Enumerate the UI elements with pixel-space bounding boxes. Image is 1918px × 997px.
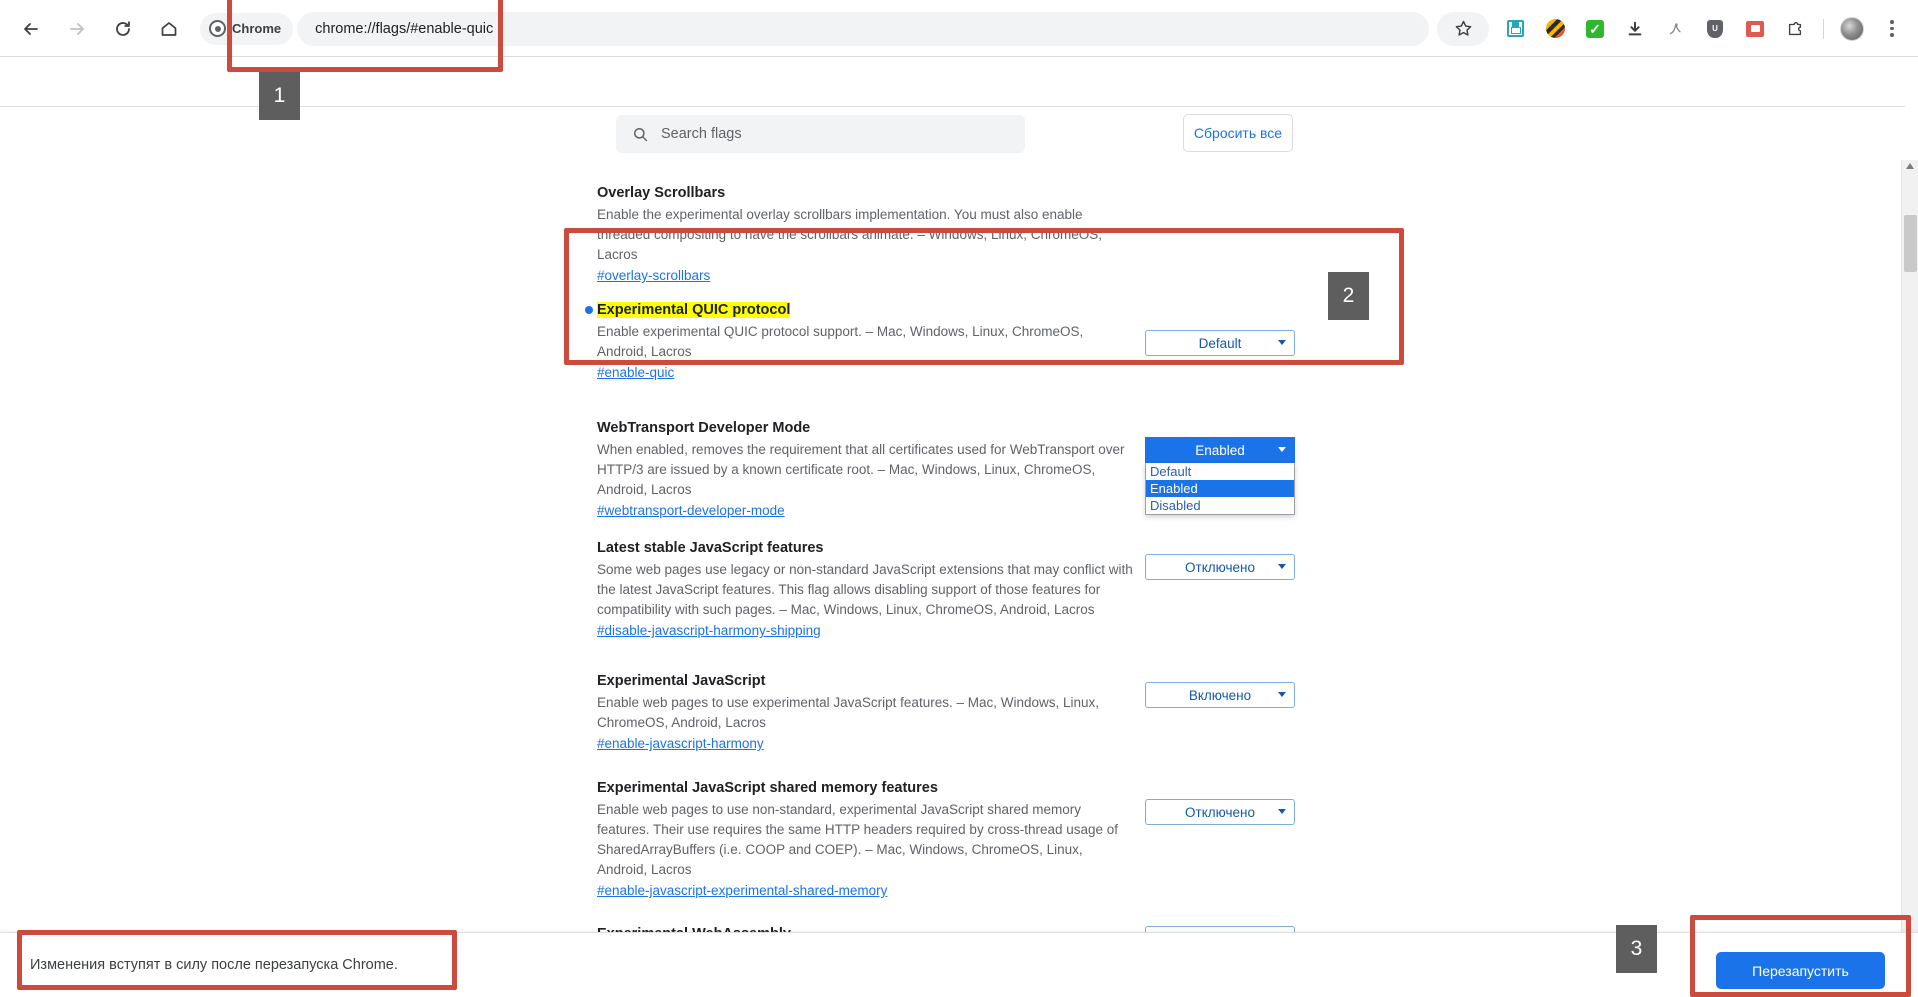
annotation-step-2: 2 [1328, 272, 1369, 320]
arrow-right-icon [70, 22, 84, 35]
search-icon [633, 127, 648, 141]
address-bar[interactable]: chrome://flags/#enable-quic [297, 11, 1429, 46]
scroll-up-arrow-icon[interactable] [1906, 163, 1914, 169]
select-option-disabled[interactable]: Disabled [1146, 497, 1294, 514]
flag-row-experimental-javascript: Experimental JavaScript Enable web pages… [0, 672, 1905, 753]
flags-page: Search flags Сбросить все Overlay Scroll… [0, 57, 1918, 932]
star-icon [1455, 20, 1471, 36]
toolbar-divider [1823, 18, 1824, 39]
download-icon[interactable] [1620, 14, 1650, 44]
reload-button[interactable] [105, 11, 141, 47]
flag-anchor-link[interactable]: #disable-javascript-harmony-shipping [597, 623, 821, 638]
forward-button[interactable] [59, 11, 95, 47]
kebab-menu-icon[interactable] [1877, 14, 1907, 44]
browser-toolbar: Chrome chrome://flags/#enable-quic ✓ U [0, 0, 1918, 57]
page-scrollbar[interactable] [1901, 160, 1918, 932]
flag-anchor-link[interactable]: #enable-javascript-experimental-shared-m… [597, 883, 887, 898]
annotation-step-1: 1 [259, 72, 300, 120]
flag-anchor-link[interactable]: #overlay-scrollbars [597, 268, 710, 283]
flag-title: Experimental JavaScript shared memory fe… [597, 780, 938, 796]
checkmark-icon[interactable]: ✓ [1580, 14, 1610, 44]
annotation-step-3: 3 [1616, 925, 1657, 973]
reload-icon [116, 20, 130, 36]
chrome-tab-chip[interactable]: Chrome [200, 12, 294, 45]
relaunch-button[interactable]: Перезапустить [1716, 952, 1885, 989]
reset-all-button[interactable]: Сбросить все [1183, 114, 1293, 152]
shield-icon[interactable]: U [1700, 14, 1730, 44]
arrow-left-icon [24, 22, 38, 35]
navigation-buttons [0, 11, 192, 47]
chrome-logo-icon [209, 20, 226, 37]
tab-label: Chrome [232, 21, 282, 36]
flag-description: Enable the experimental overlay scrollba… [597, 207, 1102, 262]
bookmark-button[interactable] [1437, 11, 1489, 46]
back-button[interactable] [13, 11, 49, 47]
red-square-icon[interactable] [1740, 14, 1770, 44]
flag-modified-dot-icon [585, 306, 593, 314]
flag-row-latest-stable-js: Latest stable JavaScript features Some w… [0, 539, 1905, 640]
flag-description: Enable experimental QUIC protocol suppor… [597, 324, 1084, 359]
home-icon [161, 21, 177, 36]
flag-description: Enable web pages to use experimental Jav… [597, 695, 1100, 730]
flag-title: Experimental QUIC protocol [597, 302, 791, 318]
select-option-default[interactable]: Default [1146, 463, 1294, 480]
flag-anchor-link[interactable]: #webtransport-developer-mode [597, 503, 785, 518]
flag-description: When enabled, removes the requirement th… [597, 442, 1125, 497]
select-option-enabled[interactable]: Enabled [1146, 480, 1294, 497]
address-bar-url: chrome://flags/#enable-quic [315, 20, 494, 37]
search-input[interactable]: Search flags [616, 115, 1025, 153]
extensions-puzzle-icon[interactable] [1780, 14, 1810, 44]
search-placeholder: Search flags [661, 126, 742, 142]
save-icon[interactable] [1500, 14, 1530, 44]
flag-row-js-shared-memory: Experimental JavaScript shared memory fe… [0, 779, 1905, 900]
flag-title: Experimental JavaScript [597, 673, 766, 689]
flag-description: Some web pages use legacy or non-standar… [597, 562, 1133, 617]
avatar[interactable] [1837, 14, 1867, 44]
color-picker-icon[interactable] [1540, 14, 1570, 44]
flag-row-overlay-scrollbars: Overlay Scrollbars Enable the experiment… [0, 184, 1905, 285]
home-button[interactable] [151, 11, 187, 47]
flag-row-webtransport-developer-mode: WebTransport Developer Mode When enabled… [0, 419, 1905, 520]
adobe-acrobat-icon[interactable] [1660, 14, 1690, 44]
flag-title: WebTransport Developer Mode [597, 420, 811, 436]
flag-select-dropdown-options[interactable]: Default Enabled Disabled [1145, 463, 1295, 515]
relaunch-note: Изменения вступят в силу после перезапус… [30, 957, 398, 973]
scrollbar-thumb[interactable] [1904, 215, 1917, 272]
flag-anchor-link[interactable]: #enable-quic [597, 365, 674, 380]
flag-description: Enable web pages to use non-standard, ex… [597, 802, 1119, 877]
flag-title: Latest stable JavaScript features [597, 540, 824, 556]
flag-anchor-link[interactable]: #enable-javascript-harmony [597, 736, 764, 751]
flags-list: Overlay Scrollbars Enable the experiment… [0, 167, 1905, 932]
flag-row-experimental-quic: Experimental QUIC protocol Enable experi… [0, 301, 1905, 382]
screenshot-root: Chrome chrome://flags/#enable-quic ✓ U S… [0, 0, 1918, 997]
flag-title: Overlay Scrollbars [597, 185, 726, 201]
extensions-toolbar: ✓ U [1495, 14, 1918, 44]
